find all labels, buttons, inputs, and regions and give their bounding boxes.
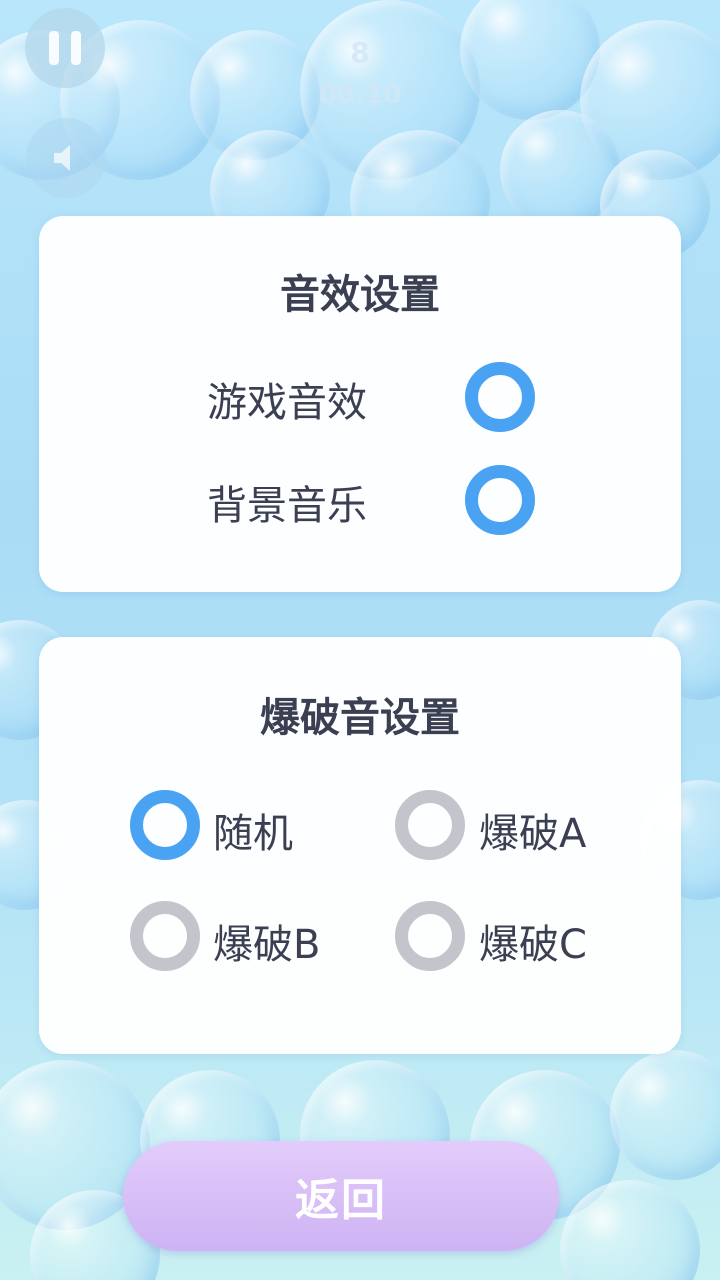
sound-icon xyxy=(54,145,70,171)
timer-display: 00:10 xyxy=(318,80,402,110)
game-sound-label: 游戏音效 xyxy=(207,380,367,426)
pop-option-b-label[interactable]: 爆破B xyxy=(213,912,320,970)
pop-option-a-radio[interactable] xyxy=(395,790,465,860)
bgm-toggle[interactable] xyxy=(465,465,535,535)
back-button-label: 返回 xyxy=(295,1175,387,1226)
pop-sound-settings-panel: 爆破音设置 随机 爆破A 爆破B 爆破C xyxy=(39,637,681,1054)
sound-settings-title: 音效设置 xyxy=(280,272,440,318)
score-display: 8 xyxy=(350,36,370,69)
back-button[interactable]: 返回 xyxy=(123,1141,559,1251)
sound-settings-panel: 音效设置 游戏音效 背景音乐 xyxy=(39,216,681,592)
pop-option-c-label[interactable]: 爆破C xyxy=(479,912,587,970)
pop-option-a-label[interactable]: 爆破A xyxy=(479,801,586,859)
sound-toggle-button[interactable] xyxy=(26,118,106,198)
pop-option-random-radio[interactable] xyxy=(130,790,200,860)
pop-option-b-radio[interactable] xyxy=(130,901,200,971)
bgm-label: 背景音乐 xyxy=(207,483,367,529)
pop-option-random-label[interactable]: 随机 xyxy=(213,801,293,859)
pop-option-c-radio[interactable] xyxy=(395,901,465,971)
pop-settings-title: 爆破音设置 xyxy=(260,695,460,741)
game-sound-toggle[interactable] xyxy=(465,362,535,432)
